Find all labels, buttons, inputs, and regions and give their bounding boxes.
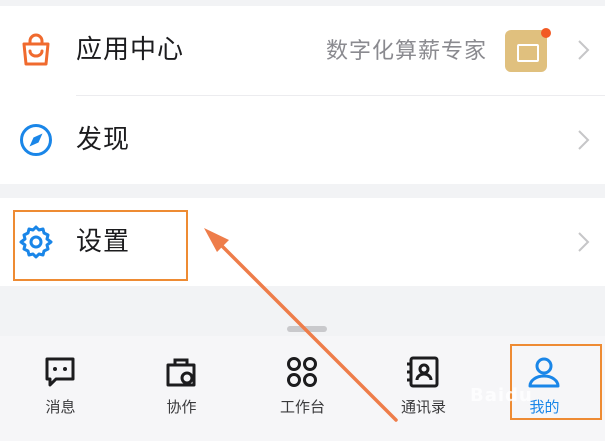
contacts-icon (407, 356, 439, 388)
compass-icon (20, 124, 52, 156)
notification-dot (541, 28, 551, 38)
menu-item-label: 应用中心 (76, 35, 185, 65)
tab-collaboration[interactable]: 协作 (121, 336, 242, 441)
message-icon (45, 357, 75, 387)
tab-label: 通讯录 (400, 398, 446, 416)
wallet-badge-icon (505, 30, 547, 72)
tab-label: 协作 (166, 398, 197, 416)
menu-item-subtitle: 数字化算薪专家 (325, 39, 487, 64)
highlight-box-settings (13, 210, 188, 281)
collaboration-icon (166, 358, 196, 387)
menu-item-app-center[interactable]: 应用中心 数字化算薪专家 (0, 6, 605, 96)
watermark: Baidu (470, 385, 533, 406)
tab-contacts[interactable]: 通讯录 (363, 336, 484, 441)
menu-group-main: 应用中心 数字化算薪专家 发现 (0, 6, 605, 184)
sheet-drag-handle[interactable] (287, 326, 327, 332)
tab-messages[interactable]: 消息 (0, 336, 121, 441)
highlight-box-me-tab (510, 344, 602, 420)
tab-label: 工作台 (279, 398, 325, 416)
chevron-right-icon (578, 130, 590, 150)
chevron-right-icon (578, 232, 590, 252)
chevron-right-icon (578, 40, 590, 60)
menu-item-label: 发现 (76, 125, 131, 155)
tab-label: 消息 (45, 398, 76, 416)
menu-item-discover[interactable]: 发现 (0, 96, 605, 184)
workbench-icon (287, 357, 317, 387)
shopping-bag-icon (22, 33, 50, 66)
tab-workbench[interactable]: 工作台 (242, 336, 363, 441)
